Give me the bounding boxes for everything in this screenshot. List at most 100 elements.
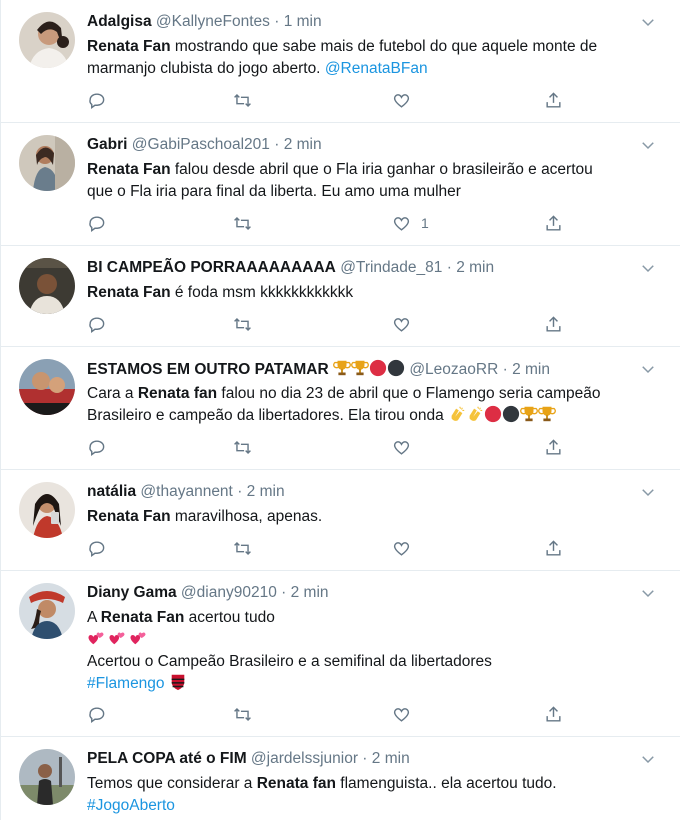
reply-button[interactable] <box>87 704 106 724</box>
reply-icon <box>89 706 105 723</box>
chevron-down-icon[interactable] <box>639 483 657 501</box>
avatar[interactable] <box>19 482 75 538</box>
share-button[interactable] <box>544 90 563 110</box>
tweet[interactable]: Gabri @GabiPaschoal201 · 2 min Renata Fa… <box>1 123 680 246</box>
timestamp[interactable]: 2 min <box>512 361 550 378</box>
share-button[interactable] <box>544 538 563 558</box>
timestamp[interactable]: 2 min <box>456 259 494 276</box>
user-handle[interactable]: @KallyneFontes <box>156 13 270 30</box>
avatar[interactable] <box>19 583 75 639</box>
two-hearts-icon <box>87 629 105 647</box>
user-handle[interactable]: @Trindade_81 <box>340 259 442 276</box>
bold-mention: Renata Fan <box>87 161 171 178</box>
hashtag-link[interactable]: #JogoAberto <box>87 797 175 814</box>
action-bar <box>87 538 567 558</box>
tweet-header: Adalgisa @KallyneFontes · 1 min <box>87 12 641 32</box>
reply-button[interactable] <box>87 437 106 457</box>
tweet-text: Renata Fan é foda msm kkkkkkkkkkkk <box>87 282 663 304</box>
retweet-button[interactable] <box>233 213 252 233</box>
share-icon <box>546 438 561 455</box>
avatar[interactable] <box>19 359 75 415</box>
tweet-line: Acertou o Campeão Brasileiro e a semifin… <box>87 651 663 673</box>
like-button[interactable] <box>392 314 421 334</box>
avatar[interactable] <box>19 12 75 68</box>
separator-dot: · <box>237 483 243 500</box>
tweet-line: Renata Fan falou desde abril que o Fla i… <box>87 159 663 181</box>
retweet-button[interactable] <box>233 538 252 558</box>
text-run: que o Fla iria para final da liberta. Eu… <box>87 183 461 200</box>
share-button[interactable] <box>544 213 563 233</box>
timestamp[interactable]: 2 min <box>372 750 410 767</box>
retweet-button[interactable] <box>233 704 252 724</box>
like-count: 1 <box>421 215 429 231</box>
timestamp[interactable]: 2 min <box>247 483 285 500</box>
share-button[interactable] <box>544 704 563 724</box>
reply-button[interactable] <box>87 90 106 110</box>
tweet[interactable]: PELA COPA até o FIM @jardelssjunior · 2 … <box>1 737 680 820</box>
like-button[interactable]: 1 <box>392 213 429 233</box>
tweet-header: Gabri @GabiPaschoal201 · 2 min <box>87 135 641 155</box>
display-name[interactable]: Gabri <box>87 136 127 153</box>
share-button[interactable] <box>544 314 563 334</box>
chevron-down-icon[interactable] <box>639 750 657 768</box>
retweet-button[interactable] <box>233 90 252 110</box>
clapping-hands-icon <box>466 405 484 423</box>
like-button[interactable] <box>392 437 421 457</box>
chevron-down-icon[interactable] <box>639 259 657 277</box>
mention-link[interactable]: @RenataBFan <box>325 60 428 77</box>
display-name[interactable]: PELA COPA até o FIM <box>87 750 247 767</box>
chevron-down-icon[interactable] <box>639 584 657 602</box>
tweet[interactable]: Adalgisa @KallyneFontes · 1 min Renata F… <box>1 0 680 123</box>
chevron-down-icon[interactable] <box>639 136 657 154</box>
separator-dot: · <box>446 259 452 276</box>
chevron-down-icon[interactable] <box>639 360 657 378</box>
flamengo-crest-icon <box>169 673 187 691</box>
share-button[interactable] <box>544 437 563 457</box>
timestamp[interactable]: 2 min <box>291 584 329 601</box>
retweet-button[interactable] <box>233 314 252 334</box>
share-icon <box>546 214 561 231</box>
display-name[interactable]: Diany Gama <box>87 584 177 601</box>
timestamp[interactable]: 2 min <box>284 136 322 153</box>
tweet[interactable]: Diany Gama @diany90210 · 2 min A Renata … <box>1 571 680 737</box>
retweet-icon <box>234 440 251 454</box>
avatar[interactable] <box>19 258 75 314</box>
red-circle-icon <box>369 359 387 377</box>
reply-button[interactable] <box>87 213 106 233</box>
tweet[interactable]: natália @thayannent · 2 min Renata Fan m… <box>1 470 680 571</box>
tweet-header: natália @thayannent · 2 min <box>87 482 641 502</box>
like-button[interactable] <box>392 90 421 110</box>
user-handle[interactable]: @diany90210 <box>181 584 277 601</box>
tweet[interactable]: ESTAMOS EM OUTRO PATAMAR @LeozaoRR · 2 m… <box>1 347 680 470</box>
tweet-line <box>87 629 663 651</box>
retweet-button[interactable] <box>233 437 252 457</box>
timestamp[interactable]: 1 min <box>284 13 322 30</box>
display-name[interactable]: natália <box>87 483 136 500</box>
avatar[interactable] <box>19 135 75 191</box>
tweet[interactable]: BI CAMPEÃO PORRAAAAAAAAA @Trindade_81 · … <box>1 246 680 347</box>
red-circle-icon <box>484 405 502 423</box>
hashtag-link[interactable]: #Flamengo <box>87 675 165 692</box>
black-circle-icon <box>502 405 520 423</box>
user-handle[interactable]: @thayannent <box>140 483 232 500</box>
heart-icon <box>393 707 410 722</box>
user-handle[interactable]: @LeozaoRR <box>409 361 498 378</box>
tweet-line: que o Fla iria para final da liberta. Eu… <box>87 181 663 203</box>
timeline: Adalgisa @KallyneFontes · 1 min Renata F… <box>0 0 680 820</box>
reply-button[interactable] <box>87 538 106 558</box>
display-name[interactable]: ESTAMOS EM OUTRO PATAMAR <box>87 361 329 378</box>
tweet-header: BI CAMPEÃO PORRAAAAAAAAA @Trindade_81 · … <box>87 258 641 278</box>
tweet-header: Diany Gama @diany90210 · 2 min <box>87 583 641 603</box>
avatar[interactable] <box>19 749 75 805</box>
chevron-down-icon[interactable] <box>639 13 657 31</box>
like-button[interactable] <box>392 704 421 724</box>
action-bar <box>87 314 567 334</box>
user-handle[interactable]: @jardelssjunior <box>251 750 358 767</box>
bold-mention: Renata Fan <box>87 284 171 301</box>
like-button[interactable] <box>392 538 421 558</box>
display-name[interactable]: Adalgisa <box>87 13 152 30</box>
tweet-text: A Renata Fan acertou tudo Acertou o Camp… <box>87 607 663 695</box>
user-handle[interactable]: @GabiPaschoal201 <box>132 136 270 153</box>
reply-button[interactable] <box>87 314 106 334</box>
display-name[interactable]: BI CAMPEÃO PORRAAAAAAAAA <box>87 259 336 276</box>
